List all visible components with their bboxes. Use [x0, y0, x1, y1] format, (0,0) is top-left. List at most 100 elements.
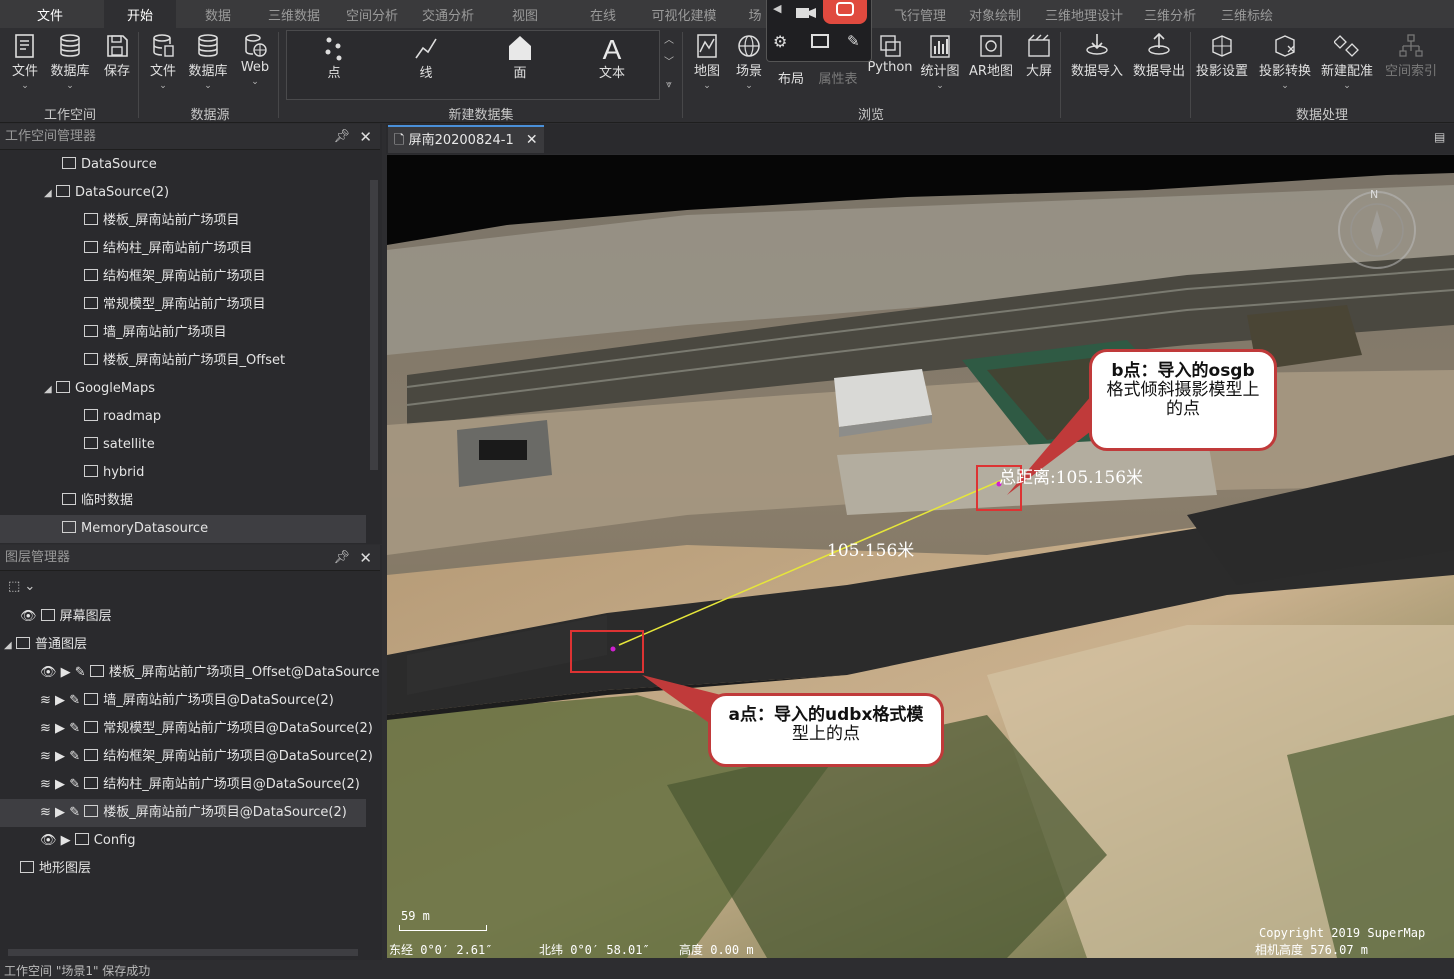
workspace-database-button[interactable]: 数据库 ⌄: [48, 32, 92, 91]
close-icon[interactable]: ✕: [526, 132, 538, 148]
close-icon[interactable]: ✕: [359, 545, 372, 571]
eye-hidden-icon[interactable]: ≋: [40, 693, 51, 708]
pin-icon[interactable]: 📌︎: [333, 124, 350, 150]
document-tab[interactable]: 🗋︎ 屏南20200824-1 ✕: [388, 125, 544, 153]
workspace-file-button[interactable]: 文件 ⌄: [8, 32, 42, 91]
tab-scene-partial[interactable]: 场: [744, 0, 766, 28]
tree-dataset[interactable]: 结构柱_屏南站前广场项目: [0, 235, 366, 263]
statistic-chart-button[interactable]: 统计图 ⌄: [920, 32, 960, 91]
layer-item[interactable]: ≋ ▶ ✎ 常规模型_屏南站前广场项目@DataSource(2): [0, 715, 373, 743]
new-point-button[interactable]: 点: [314, 34, 354, 81]
python-button[interactable]: Python: [866, 32, 914, 75]
layer-screen[interactable]: 👁︎ 屏幕图层: [0, 603, 366, 631]
play-triangle-icon[interactable]: ▶: [61, 833, 71, 848]
layer-h-scrollbar[interactable]: [8, 949, 358, 956]
layer-normal-group[interactable]: ◢ 普通图层: [0, 631, 366, 659]
eye-hidden-icon[interactable]: ≋: [40, 805, 51, 820]
workspace-scrollbar[interactable]: [370, 180, 378, 470]
settings-gear-icon[interactable]: ⚙: [773, 32, 787, 51]
layer-item[interactable]: ≋ ▶ ✎ 结构框架_屏南站前广场项目@DataSource(2): [0, 743, 373, 771]
play-triangle-icon[interactable]: ▶: [61, 665, 71, 680]
gallery-scroll[interactable]: ︿ ﹀ ⩔: [662, 30, 676, 100]
data-export-button[interactable]: 数据导出: [1130, 32, 1188, 79]
play-triangle-icon[interactable]: ▶: [55, 693, 65, 708]
tab-flight[interactable]: 飞行管理: [888, 0, 952, 28]
tab-start[interactable]: 开始: [104, 0, 176, 28]
collapse-icon[interactable]: ◀: [773, 2, 781, 15]
eye-icon[interactable]: 👁︎: [40, 665, 57, 680]
eye-hidden-icon[interactable]: ≋: [40, 777, 51, 792]
edit-pen-icon[interactable]: ✎: [75, 665, 86, 680]
tree-dataset[interactable]: 墙_屏南站前广场项目: [0, 319, 366, 347]
new-text-button[interactable]: A 文本: [592, 34, 632, 81]
play-triangle-icon[interactable]: ▶: [55, 721, 65, 736]
spatial-index-button[interactable]: 空间索引: [1382, 32, 1440, 79]
tree-googlemaps[interactable]: ◢ GoogleMaps: [0, 375, 366, 403]
tab-visual-modeling[interactable]: 可视化建模: [646, 0, 722, 28]
compass-widget[interactable]: [1338, 191, 1416, 269]
tab-3d-geo-design[interactable]: 三维地理设计: [1040, 0, 1128, 28]
tab-3d-data[interactable]: 三维数据: [262, 0, 326, 28]
projection-settings-button[interactable]: 投影设置: [1194, 32, 1250, 79]
eye-icon[interactable]: 👁︎: [40, 833, 57, 848]
ar-map-button[interactable]: AR地图: [968, 32, 1014, 79]
video-camera-icon[interactable]: [795, 6, 817, 20]
save-button[interactable]: 保存: [100, 32, 134, 79]
layer-terrain-group[interactable]: 地形图层: [0, 855, 366, 883]
add-layer-dropdown-icon[interactable]: ⬚ ⌄: [8, 579, 35, 594]
tab-spatial-analysis[interactable]: 空间分析: [340, 0, 404, 28]
new-registration-button[interactable]: 新建配准 ⌄: [1318, 32, 1376, 91]
tab-object-draw[interactable]: 对象绘制: [964, 0, 1026, 28]
datasource-web-button[interactable]: Web ⌄: [238, 32, 272, 87]
layer-item[interactable]: ≋ ▶ ✎ 墙_屏南站前广场项目@DataSource(2): [0, 687, 366, 715]
edit-pen-icon[interactable]: ✎: [69, 777, 80, 792]
edit-icon[interactable]: ✎: [847, 32, 860, 50]
play-triangle-icon[interactable]: ▶: [55, 749, 65, 764]
tab-3d-analysis[interactable]: 三维分析: [1140, 0, 1200, 28]
layout-button[interactable]: 布局: [774, 68, 808, 87]
projection-transform-button[interactable]: 投影转换 ⌄: [1256, 32, 1314, 91]
edit-pen-icon[interactable]: ✎: [69, 749, 80, 764]
window-list-icon[interactable]: ▤: [1434, 130, 1445, 144]
capture-toolbar[interactable]: ◀ ⚙ ✎: [766, 0, 872, 62]
chevron-down-icon[interactable]: ﹀: [662, 52, 676, 74]
record-button[interactable]: [823, 0, 867, 24]
close-icon[interactable]: ✕: [359, 124, 372, 150]
attribute-table-button[interactable]: 属性表: [814, 68, 862, 87]
map-button[interactable]: 地图 ⌄: [690, 32, 724, 91]
tab-file[interactable]: 文件: [22, 0, 78, 28]
expanded-triangle-icon[interactable]: ◢: [44, 180, 56, 208]
tree-temp-data[interactable]: 临时数据: [0, 487, 366, 515]
expanded-triangle-icon[interactable]: ◢: [44, 376, 56, 404]
tree-dataset[interactable]: 楼板_屏南站前广场项目: [0, 207, 366, 235]
tree-dataset[interactable]: 结构框架_屏南站前广场项目: [0, 263, 366, 291]
layer-item[interactable]: ≋ ▶ ✎ 结构柱_屏南站前广场项目@DataSource(2): [0, 771, 366, 799]
layer-config[interactable]: 👁︎ ▶ Config: [0, 827, 366, 855]
tree-image-dataset[interactable]: satellite: [0, 431, 366, 459]
tree-dataset[interactable]: 常规模型_屏南站前广场项目: [0, 291, 366, 319]
new-region-button[interactable]: 面: [500, 34, 540, 81]
layer-item[interactable]: 👁︎ ▶ ✎ 楼板_屏南站前广场项目_Offset@DataSource: [0, 659, 380, 687]
play-triangle-icon[interactable]: ▶: [55, 805, 65, 820]
scene-button[interactable]: 场景 ⌄: [732, 32, 766, 91]
tree-image-dataset[interactable]: hybrid: [0, 459, 366, 487]
tree-dataset[interactable]: 楼板_屏南站前广场项目_Offset: [0, 347, 366, 375]
edit-pen-icon[interactable]: ✎: [69, 721, 80, 736]
pin-icon[interactable]: 📌︎: [333, 545, 350, 571]
expand-icon[interactable]: ⩔: [662, 74, 676, 96]
data-import-button[interactable]: 数据导入: [1068, 32, 1126, 79]
edit-pen-icon[interactable]: ✎: [69, 805, 80, 820]
new-line-button[interactable]: 线: [406, 34, 446, 81]
eye-icon[interactable]: 👁︎: [20, 609, 41, 624]
datasource-file-button[interactable]: 文件 ⌄: [146, 32, 180, 91]
tree-datasource-2[interactable]: ◢ DataSource(2): [0, 179, 366, 207]
scene-viewport[interactable]: N 105.156米 总距离:105.156米 b点：导入的osgb 格式倾斜摄…: [387, 155, 1454, 958]
edit-pen-icon[interactable]: ✎: [69, 693, 80, 708]
eye-hidden-icon[interactable]: ≋: [40, 749, 51, 764]
datasource-database-button[interactable]: 数据库 ⌄: [186, 32, 230, 91]
tree-memory-datasource[interactable]: MemoryDatasource: [0, 515, 366, 543]
chevron-up-icon[interactable]: ︿: [662, 30, 676, 52]
play-triangle-icon[interactable]: ▶: [55, 777, 65, 792]
tab-view[interactable]: 视图: [500, 0, 550, 28]
window-capture-icon[interactable]: [811, 34, 829, 48]
